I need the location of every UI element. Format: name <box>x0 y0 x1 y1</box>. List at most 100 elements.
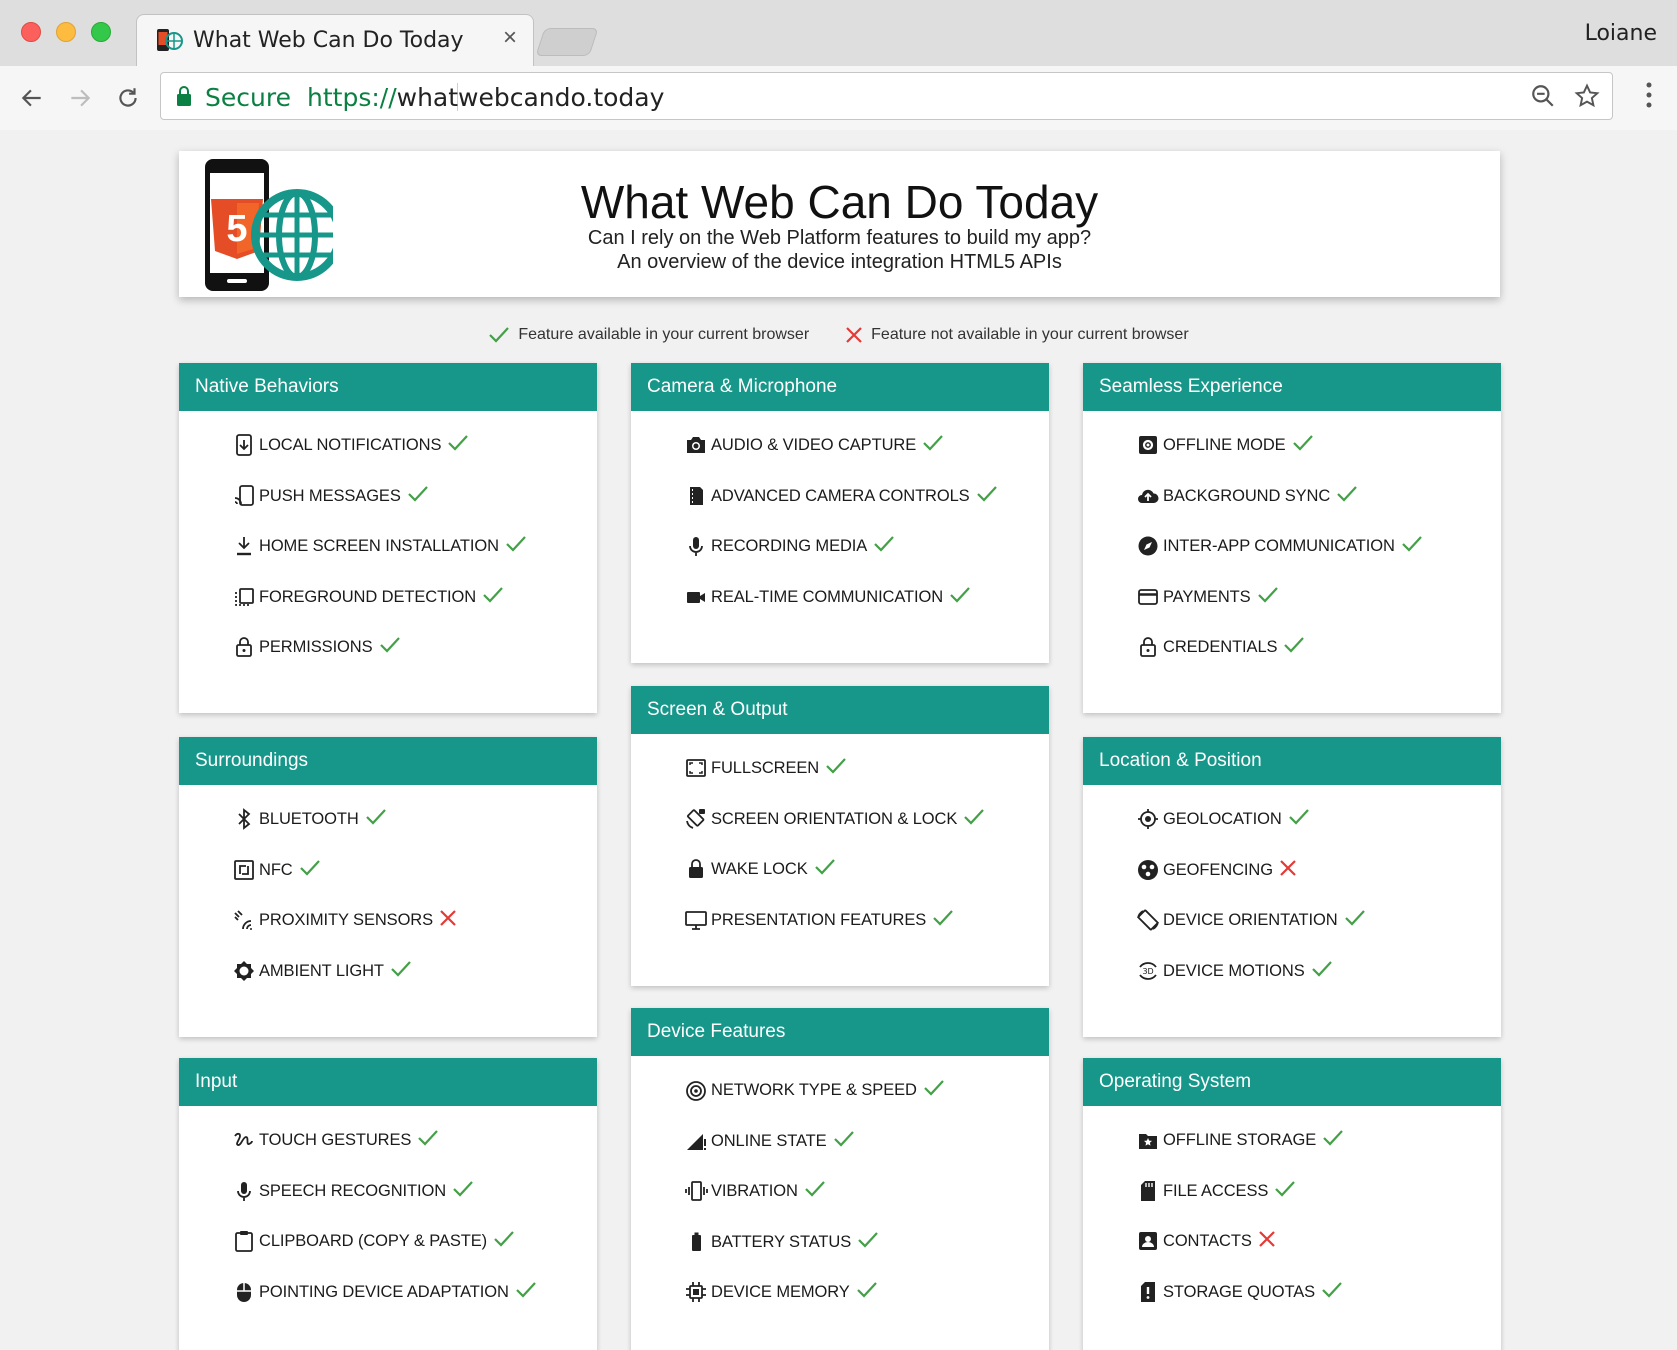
feature-speech-recognition[interactable]: Speech Recognition <box>231 1180 597 1233</box>
secure-lock-icon <box>175 85 193 112</box>
feature-label: Online State <box>711 1131 827 1150</box>
feature-label: Device Motions <box>1163 961 1305 980</box>
url-text[interactable]: https://whatwebcando.today <box>307 83 664 112</box>
cloud-icon <box>1135 483 1161 509</box>
new-tab-button[interactable] <box>535 28 599 56</box>
feature-recording-media[interactable]: Recording Media <box>683 536 1049 588</box>
feature-wake-lock[interactable]: Wake Lock <box>683 859 1049 911</box>
feature-fullscreen[interactable]: Fullscreen <box>683 758 1049 810</box>
feature-local-notifications[interactable]: Local Notifications <box>231 434 597 487</box>
feature-bluetooth[interactable]: Bluetooth <box>231 808 597 861</box>
feature-online-state[interactable]: Online State <box>683 1130 1049 1183</box>
available-status <box>1283 636 1305 654</box>
feature-storage-quotas[interactable]: Storage Quotas <box>1135 1281 1501 1334</box>
card-title[interactable]: Location & Position <box>1083 737 1501 785</box>
profile-name[interactable]: Loiane <box>1585 21 1657 46</box>
check-icon <box>1292 435 1313 451</box>
gear-icon <box>1135 432 1161 458</box>
feature-device-motions[interactable]: 3D Device Motions <box>1135 960 1501 1013</box>
check-icon <box>379 637 400 653</box>
microphone-icon <box>683 533 709 559</box>
feature-list: Audio & Video Capture Advanced Camera Con… <box>631 411 1049 638</box>
feature-proximity-sensors[interactable]: Proximity Sensors <box>231 910 597 962</box>
feature-presentation-features[interactable]: Presentation Features <box>683 909 1049 962</box>
card-title[interactable]: Device Features <box>631 1008 1049 1056</box>
card-screen-and-output: Screen & Output Fullscreen Screen Orientat… <box>631 686 1049 986</box>
feature-list: Network Type & Speed Online State Vibratio… <box>631 1056 1049 1334</box>
check-icon <box>391 960 411 977</box>
maximize-window-button[interactable] <box>91 22 111 42</box>
card-title[interactable]: Camera & Microphone <box>631 363 1049 411</box>
feature-nfc[interactable]: NFC <box>231 859 597 912</box>
feature-list: Local Notifications Push Messages Home Scr… <box>179 411 597 689</box>
feature-pointing-device-adaptation[interactable]: Pointing Device Adaptation <box>231 1281 597 1334</box>
feature-file-access[interactable]: File Access <box>1135 1180 1501 1233</box>
feature-battery-status[interactable]: Battery Status <box>683 1231 1049 1284</box>
url-host: whatwebcando.today <box>396 83 665 112</box>
available-status <box>1311 960 1333 978</box>
browser-tab[interactable]: What Web Can Do Today × <box>136 14 534 66</box>
card-title[interactable]: Input <box>179 1058 597 1106</box>
check-icon <box>1344 910 1365 926</box>
browser-menu-icon[interactable] <box>1645 80 1653 115</box>
feature-contacts[interactable]: Contacts <box>1135 1231 1501 1283</box>
address-bar[interactable]: Secure https://whatwebcando.today <box>160 72 1613 120</box>
feature-touch-gestures[interactable]: Touch Gestures <box>231 1130 597 1182</box>
feature-label: Pointing Device Adaptation <box>259 1282 509 1301</box>
reload-button[interactable] <box>110 80 146 116</box>
feature-clipboard-copy-and-paste[interactable]: Clipboard (Copy & Paste) <box>231 1231 597 1283</box>
feature-device-orientation[interactable]: Device Orientation <box>1135 909 1501 962</box>
card-title[interactable]: Screen & Output <box>631 686 1049 734</box>
feature-home-screen-installation[interactable]: Home Screen Installation <box>231 536 597 588</box>
feature-network-type-and-speed[interactable]: Network Type & Speed <box>683 1080 1049 1132</box>
feature-screen-orientation-and-lock[interactable]: Screen Orientation & Lock <box>683 808 1049 861</box>
close-window-button[interactable] <box>21 22 41 42</box>
feature-label: Real-Time Communication <box>711 587 944 606</box>
feature-ambient-light[interactable]: Ambient Light <box>231 960 597 1013</box>
check-icon <box>805 1181 825 1197</box>
check-icon <box>1323 1130 1343 1146</box>
check-icon <box>833 1130 854 1147</box>
back-button[interactable] <box>14 80 50 116</box>
feature-offline-storage[interactable]: Offline Storage <box>1135 1130 1501 1182</box>
feature-list: Touch Gestures Speech Recognition Clipboar… <box>179 1106 597 1333</box>
zoom-icon[interactable] <box>1530 83 1556 114</box>
feature-device-memory[interactable]: Device Memory <box>683 1282 1049 1334</box>
check-icon <box>964 808 985 825</box>
feature-geofencing[interactable]: Geofencing <box>1135 859 1501 912</box>
feature-payments[interactable]: Payments <box>1135 586 1501 639</box>
padlock-icon <box>683 856 709 882</box>
feature-geolocation[interactable]: Geolocation <box>1135 809 1501 861</box>
feature-foreground-detection[interactable]: Foreground Detection <box>231 586 597 639</box>
feature-label: NFC <box>259 860 293 879</box>
feature-permissions[interactable]: Permissions <box>231 637 597 689</box>
check-icon <box>1288 809 1309 825</box>
check-icon <box>858 1231 878 1248</box>
feature-advanced-camera-controls[interactable]: Advanced Camera Controls <box>683 485 1049 538</box>
feature-background-sync[interactable]: Background Sync <box>1135 485 1501 538</box>
feature-audio-and-video-capture[interactable]: Audio & Video Capture <box>683 435 1049 487</box>
foreground-icon <box>231 584 257 610</box>
feature-vibration[interactable]: Vibration <box>683 1181 1049 1233</box>
available-status <box>1344 909 1366 927</box>
card-title[interactable]: Operating System <box>1083 1058 1501 1106</box>
bookmark-star-icon[interactable] <box>1574 83 1600 114</box>
minimize-window-button[interactable] <box>56 22 76 42</box>
card-title[interactable]: Surroundings <box>179 737 597 785</box>
feature-real-time-communication[interactable]: Real-Time Communication <box>683 586 1049 639</box>
feature-push-messages[interactable]: Push Messages <box>231 484 597 538</box>
feature-label: Foreground Detection <box>259 587 477 606</box>
card-title[interactable]: Seamless Experience <box>1083 363 1501 411</box>
feature-credentials[interactable]: Credentials <box>1135 636 1501 689</box>
card-operating-system: Operating System Offline Storage File Acce… <box>1083 1058 1501 1350</box>
forward-arrow-icon <box>71 89 91 107</box>
download-icon <box>231 533 257 559</box>
feature-inter-app-communication[interactable]: Inter-App Communication <box>1135 536 1501 588</box>
card-title[interactable]: Native Behaviors <box>179 363 597 411</box>
available-status <box>1292 434 1314 452</box>
check-icon <box>814 859 835 875</box>
feature-offline-mode[interactable]: Offline Mode <box>1135 434 1501 487</box>
close-tab-icon[interactable]: × <box>503 24 517 52</box>
forward-button[interactable] <box>62 80 98 116</box>
cross-icon <box>1280 859 1296 876</box>
